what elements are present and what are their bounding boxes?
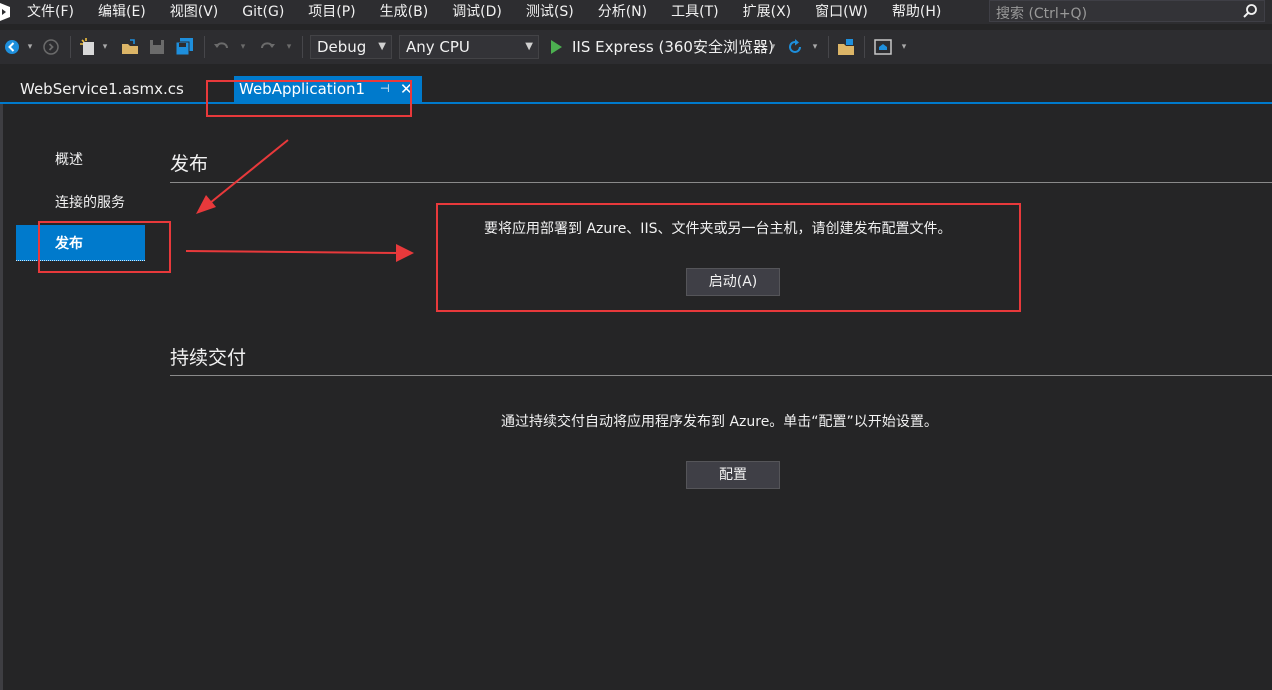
annotation-arrows [185, 139, 414, 262]
annotation-arrow-down [196, 139, 289, 214]
annotation-arrow-right [185, 244, 414, 262]
